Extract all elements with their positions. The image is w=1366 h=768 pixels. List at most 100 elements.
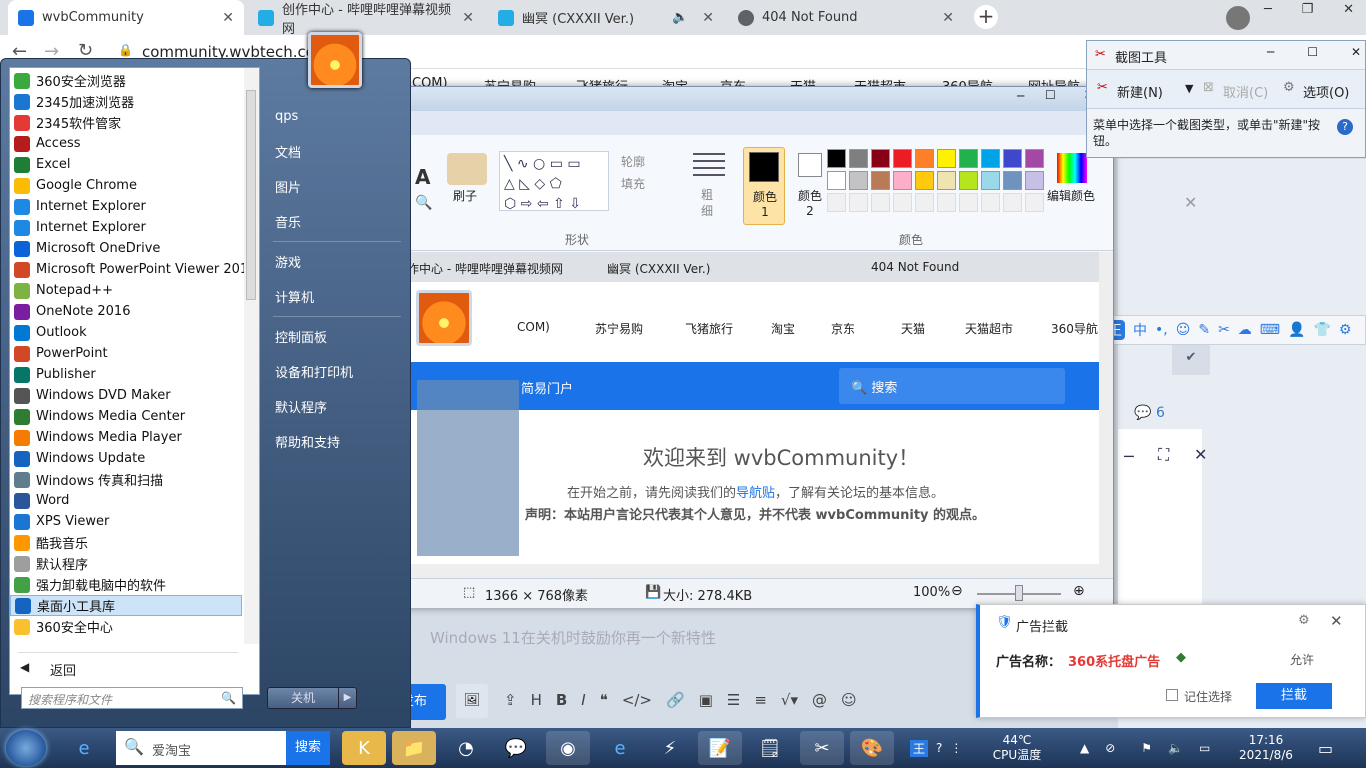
- check-icon[interactable]: ✔: [1172, 341, 1210, 375]
- edit-colors-icon[interactable]: [1057, 153, 1087, 183]
- clock[interactable]: 17:16 2021/8/6: [1236, 728, 1296, 768]
- notes-icon[interactable]: 🗒: [748, 731, 792, 765]
- close-icon[interactable]: ✕: [702, 10, 714, 26]
- link-icon[interactable]: 🔗: [666, 691, 685, 709]
- palette-color[interactable]: [981, 149, 1000, 168]
- palette-empty[interactable]: [937, 193, 956, 212]
- start-search-input[interactable]: 搜索程序和文件 🔍: [21, 687, 243, 709]
- snipping-tool-icon[interactable]: ✂: [800, 731, 844, 765]
- app-icon[interactable]: ⚡: [648, 731, 692, 765]
- palette-color[interactable]: [893, 149, 912, 168]
- text-tool-icon[interactable]: A: [415, 165, 430, 189]
- program-item[interactable]: 2345加速浏览器: [10, 91, 242, 112]
- start-right-item[interactable]: 游戏: [263, 244, 411, 279]
- options-button[interactable]: 选项(O): [1303, 82, 1349, 101]
- back-button[interactable]: 返回: [50, 660, 76, 679]
- picture-icon[interactable]: ▣: [699, 691, 713, 709]
- palette-color[interactable]: [849, 149, 868, 168]
- palette-empty[interactable]: [1025, 193, 1044, 212]
- chrome-icon[interactable]: ◉: [546, 731, 590, 765]
- palette-empty[interactable]: [981, 193, 1000, 212]
- punctuation-icon[interactable]: •,: [1155, 322, 1168, 338]
- close-icon[interactable]: ✕: [1343, 2, 1354, 17]
- italic-icon[interactable]: I: [581, 691, 585, 709]
- wechat-icon[interactable]: 💬: [494, 731, 538, 765]
- program-item[interactable]: Windows 传真和扫描: [10, 469, 242, 490]
- color1-button[interactable]: 颜色 1: [743, 147, 785, 225]
- quote-icon[interactable]: ❝: [600, 691, 608, 709]
- magnifier-icon[interactable]: 🔍: [415, 195, 432, 211]
- zoom-slider-thumb[interactable]: [1015, 585, 1023, 601]
- palette-color[interactable]: [959, 149, 978, 168]
- heading-icon[interactable]: H: [531, 691, 542, 709]
- palette-color[interactable]: [981, 171, 1000, 190]
- palette-empty[interactable]: [959, 193, 978, 212]
- program-item[interactable]: 强力卸载电脑中的软件: [10, 574, 242, 595]
- program-item[interactable]: Excel: [10, 154, 242, 175]
- palette-empty[interactable]: [849, 193, 868, 212]
- start-right-item[interactable]: qps: [263, 99, 411, 134]
- chevron-up-icon[interactable]: ▲: [1080, 741, 1089, 755]
- keyboard-icon[interactable]: ⌨: [1260, 322, 1280, 338]
- start-right-item[interactable]: 文档: [263, 134, 411, 169]
- palette-color[interactable]: [849, 171, 868, 190]
- program-item[interactable]: XPS Viewer: [10, 511, 242, 532]
- palette-color[interactable]: [871, 171, 890, 190]
- network-off-icon[interactable]: ⊘: [1105, 741, 1115, 755]
- program-item[interactable]: Windows Media Center: [10, 406, 242, 427]
- folder-icon[interactable]: 📁: [392, 731, 436, 765]
- notepadpp-icon[interactable]: 📝: [698, 731, 742, 765]
- mention-icon[interactable]: @: [812, 691, 827, 709]
- program-item[interactable]: Outlook: [10, 322, 242, 343]
- outline-button[interactable]: 轮廓: [621, 153, 645, 170]
- gear-icon[interactable]: ⚙: [1298, 613, 1310, 628]
- user-icon[interactable]: 👤: [1288, 322, 1305, 338]
- upload-icon[interactable]: ⇪: [504, 691, 517, 709]
- kuwo-icon[interactable]: K: [342, 731, 386, 765]
- program-item[interactable]: Internet Explorer: [10, 217, 242, 238]
- volume-icon[interactable]: 🔈: [1168, 741, 1183, 755]
- palette-empty[interactable]: [827, 193, 846, 212]
- palette-empty[interactable]: [1003, 193, 1022, 212]
- scrollbar-thumb[interactable]: [246, 90, 256, 300]
- palette-color[interactable]: [871, 149, 890, 168]
- new-tab-button[interactable]: +: [974, 5, 998, 29]
- start-right-item[interactable]: 控制面板: [263, 319, 411, 354]
- program-item[interactable]: Internet Explorer: [10, 196, 242, 217]
- maximize-icon[interactable]: ☐: [1045, 88, 1056, 102]
- palette-color[interactable]: [893, 171, 912, 190]
- program-item[interactable]: Notepad++: [10, 280, 242, 301]
- close-icon[interactable]: ✕: [1351, 45, 1361, 59]
- emoji-icon[interactable]: ☺: [1176, 322, 1191, 338]
- formula-icon[interactable]: √▾: [781, 691, 798, 709]
- edit-colors-label[interactable]: 编辑颜色: [1047, 187, 1095, 204]
- pen-icon[interactable]: ✎: [1198, 322, 1210, 338]
- program-item[interactable]: 默认程序: [10, 553, 242, 574]
- start-right-item[interactable]: 音乐: [263, 204, 411, 239]
- size-icon[interactable]: [693, 153, 725, 181]
- program-item[interactable]: OneNote 2016: [10, 301, 242, 322]
- taskbar-search-button[interactable]: 搜索: [286, 731, 330, 765]
- bold-icon[interactable]: B: [556, 691, 567, 709]
- numbered-list-icon[interactable]: ≡: [754, 691, 767, 709]
- vertical-scrollbar[interactable]: [1099, 252, 1113, 578]
- program-item[interactable]: Word: [10, 490, 242, 511]
- ie2-icon[interactable]: e: [598, 731, 642, 765]
- settings-icon[interactable]: ⚙: [1339, 322, 1352, 338]
- 360-browser-icon[interactable]: ◔: [444, 731, 488, 765]
- program-item[interactable]: 酷我音乐: [10, 532, 242, 553]
- block-button[interactable]: 拦截: [1256, 683, 1332, 709]
- program-item[interactable]: Google Chrome: [10, 175, 242, 196]
- close-icon[interactable]: ✕: [1330, 612, 1343, 630]
- palette-color[interactable]: [1003, 171, 1022, 190]
- program-item[interactable]: Windows Media Player: [10, 427, 242, 448]
- minimize-icon[interactable]: ─: [1124, 447, 1134, 466]
- post-title[interactable]: Windows 11在关机时鼓励你再一个新特性: [430, 627, 910, 648]
- user-avatar[interactable]: [308, 32, 362, 88]
- tab-youming[interactable]: 幽冥 (CXXXII Ver.) 🔈 ✕: [488, 0, 724, 35]
- code-icon[interactable]: </>: [622, 691, 652, 709]
- help-icon[interactable]: ?: [1337, 119, 1353, 135]
- palette-empty[interactable]: [915, 193, 934, 212]
- tab-404[interactable]: 404 Not Found ✕: [728, 0, 964, 35]
- expand-icon[interactable]: ⛶: [1158, 445, 1169, 465]
